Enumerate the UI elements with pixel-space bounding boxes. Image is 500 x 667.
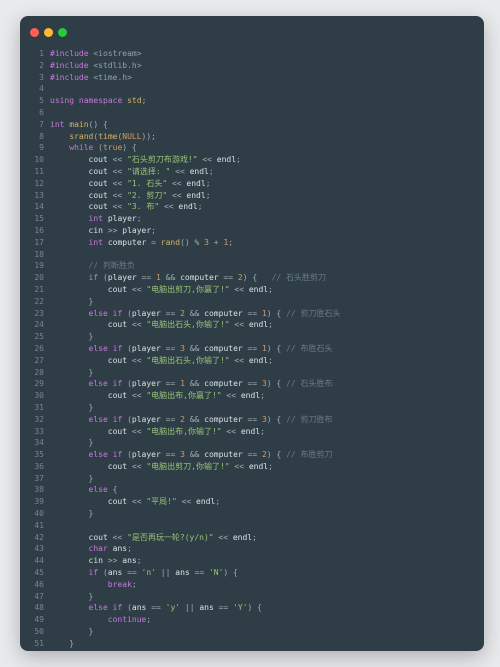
line-number: 17 [26,237,44,249]
line-number: 37 [26,473,44,485]
line-number: 38 [26,484,44,496]
line-number: 39 [26,496,44,508]
line-number: 25 [26,331,44,343]
tok: <stdlib.h> [93,60,141,72]
titlebar [20,16,484,46]
line-number: 19 [26,260,44,272]
tok: "石头剪刀布游戏!" [127,154,197,166]
tok: time [98,131,117,143]
code-area: 1 #include <iostream> 2 #include <stdlib.h… [20,46,484,651]
tok: #include [50,72,89,84]
line-number: 4 [26,83,44,95]
tok: #include [50,48,89,60]
line-number: 45 [26,567,44,579]
minimize-icon[interactable] [44,28,53,37]
line-number: 1 [26,48,44,60]
tok: <time.h> [93,72,132,84]
line-number: 6 [26,107,44,119]
line-number: 30 [26,390,44,402]
line-number: 18 [26,249,44,261]
line-number: 42 [26,532,44,544]
tok: srand [69,131,93,143]
tok: NULL [122,131,141,143]
line-number: 2 [26,60,44,72]
tok: namespace [79,95,122,107]
line-number: 41 [26,520,44,532]
line-number: 20 [26,272,44,284]
line-number: 13 [26,190,44,202]
line-number: 3 [26,72,44,84]
line-number: 14 [26,201,44,213]
line-number: 40 [26,508,44,520]
line-number: 22 [26,296,44,308]
tok: while [69,142,93,154]
line-number: 8 [26,131,44,143]
line-number: 52 [26,650,44,651]
line-number: 11 [26,166,44,178]
line-number: 24 [26,319,44,331]
line-number: 32 [26,414,44,426]
line-number: 27 [26,355,44,367]
tok: std [127,95,141,107]
line-number: 36 [26,461,44,473]
line-number: 46 [26,579,44,591]
line-number: 12 [26,178,44,190]
line-number: 49 [26,614,44,626]
line-number: 43 [26,543,44,555]
line-number: 44 [26,555,44,567]
line-number: 7 [26,119,44,131]
comment: // 判断胜负 [89,260,135,272]
line-number: 23 [26,308,44,320]
page-root: 1 #include <iostream> 2 #include <stdlib.h… [0,0,500,667]
line-number: 33 [26,426,44,438]
line-number: 16 [26,225,44,237]
tok: <iostream> [93,48,141,60]
line-number: 9 [26,142,44,154]
line-number: 31 [26,402,44,414]
line-number: 34 [26,437,44,449]
tok: main [69,119,88,131]
line-number: 26 [26,343,44,355]
line-number: 10 [26,154,44,166]
tok: cout [89,154,108,166]
tok: endl [217,154,236,166]
line-number: 47 [26,591,44,603]
tok: #include [50,60,89,72]
line-number: 5 [26,95,44,107]
close-icon[interactable] [30,28,39,37]
line-number: 48 [26,602,44,614]
line-number: 29 [26,378,44,390]
zoom-icon[interactable] [58,28,67,37]
line-number: 21 [26,284,44,296]
line-number: 28 [26,367,44,379]
tok: true [103,142,122,154]
line-number: 15 [26,213,44,225]
tok: int [50,119,64,131]
line-number: 51 [26,638,44,650]
code-window: 1 #include <iostream> 2 #include <stdlib.h… [20,16,484,651]
line-number: 50 [26,626,44,638]
line-number: 35 [26,449,44,461]
tok: using [50,95,74,107]
